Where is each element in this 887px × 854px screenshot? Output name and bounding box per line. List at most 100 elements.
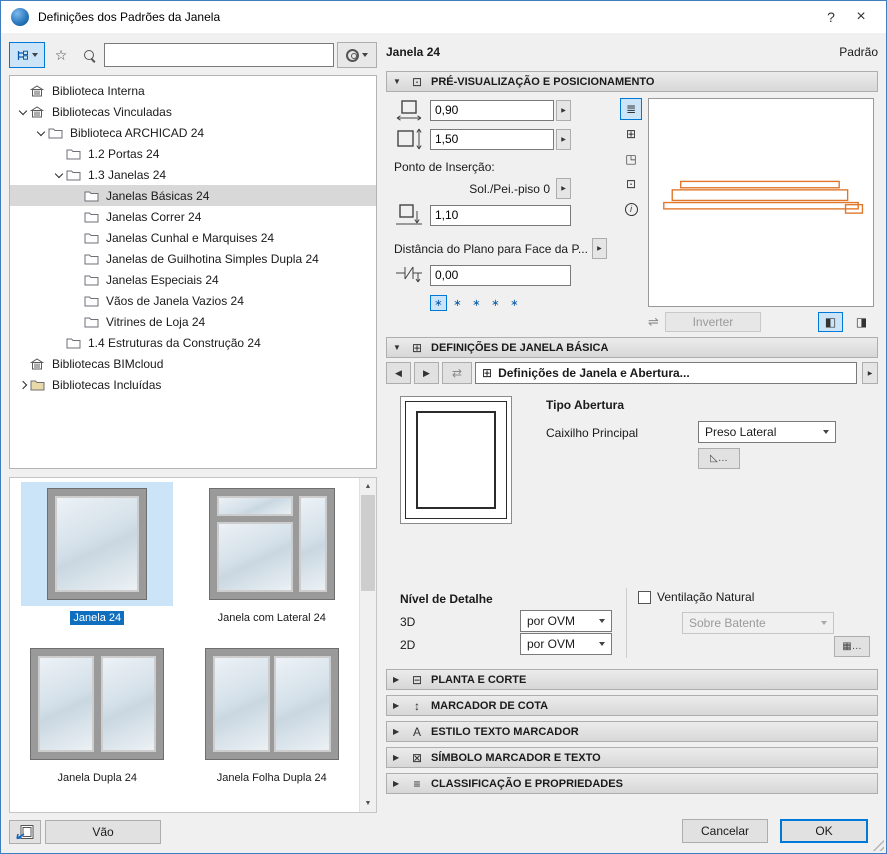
folder-icon bbox=[66, 148, 85, 160]
tree-item-portas-24[interactable]: 1.2 Portas 24 bbox=[10, 143, 376, 164]
anchor-toggle-3[interactable]: ∗ bbox=[468, 295, 485, 311]
section-basic-window-settings[interactable]: ▼ ⊞ DEFINIÇÕES DE JANELA BÁSICA bbox=[386, 337, 878, 358]
section-simbolo-marcador-texto[interactable]: ▶ ⊠ SÍMBOLO MARCADOR E TEXTO bbox=[386, 747, 878, 768]
default-state-label: Padrão bbox=[839, 45, 878, 59]
preview-mode-section-button[interactable]: ⊡ bbox=[620, 173, 642, 195]
distance-flyout-button[interactable]: ▶ bbox=[592, 238, 607, 259]
page-back-button[interactable]: ◀ bbox=[386, 362, 411, 384]
close-button[interactable]: × bbox=[846, 5, 876, 29]
section-planta-e-corte[interactable]: ▶ ⊟ PLANTA E CORTE bbox=[386, 669, 878, 690]
favorites-button[interactable]: ☆ bbox=[48, 42, 74, 68]
tree-item-janelas-correr-24[interactable]: Janelas Correr 24 bbox=[10, 206, 376, 227]
tree-item-biblioteca-archicad-24[interactable]: Biblioteca ARCHICAD 24 bbox=[10, 122, 376, 143]
orientation-right-button[interactable]: ◨ bbox=[849, 312, 874, 332]
detail-3d-label: 3D bbox=[400, 615, 415, 629]
thumbnail-janela-folha-dupla-24[interactable]: Janela Folha Dupla 24 bbox=[185, 642, 360, 802]
dialog-footer: Cancelar OK bbox=[386, 817, 878, 845]
tree-item-bibliotecas-vinculadas[interactable]: Bibliotecas Vinculadas bbox=[10, 101, 376, 122]
place-opening-button[interactable] bbox=[9, 820, 41, 844]
detail-2d-dropdown[interactable]: por OVM bbox=[520, 633, 612, 655]
expand-chevron-icon[interactable] bbox=[16, 382, 30, 388]
thumbnail-janela-dupla-24[interactable]: Janela Dupla 24 bbox=[10, 642, 185, 802]
opening-symbol-preview bbox=[400, 396, 512, 524]
folder-icon bbox=[84, 211, 103, 223]
thumbnail-janela-24[interactable]: Janela 24 bbox=[10, 482, 185, 642]
search-input[interactable] bbox=[104, 43, 334, 67]
help-button[interactable]: ? bbox=[816, 5, 846, 29]
settings-page-navigator: ◀ ▶ ⇄ ⊞ Definições de Janela e Abertura.… bbox=[386, 358, 878, 388]
anchor-toggle-4[interactable]: ∗ bbox=[487, 295, 504, 311]
preview-mode-info-button[interactable]: i bbox=[620, 198, 642, 220]
page-selector-flyout-button[interactable]: ▶ bbox=[862, 362, 878, 384]
expand-chevron-icon[interactable] bbox=[52, 173, 66, 177]
tree-item-bibliotecas-bimcloud[interactable]: Bibliotecas BIMcloud bbox=[10, 353, 376, 374]
ok-button[interactable]: OK bbox=[780, 819, 868, 843]
section-estilo-texto-marcador[interactable]: ▶ A ESTILO TEXTO MARCADOR bbox=[386, 721, 878, 742]
section-preview-positioning[interactable]: ▼ ⊡ PRÉ-VISUALIZAÇÃO E POSICIONAMENTO bbox=[386, 71, 878, 92]
sill-height-input[interactable] bbox=[430, 205, 571, 226]
window-plan-drawing bbox=[649, 99, 873, 306]
search-button[interactable] bbox=[77, 42, 101, 68]
preview-mode-3d-button[interactable]: ◳ bbox=[620, 148, 642, 170]
expand-chevron-icon[interactable] bbox=[16, 110, 30, 114]
plane-distance-input[interactable] bbox=[430, 265, 571, 286]
main-sash-dropdown[interactable]: Preso Lateral bbox=[698, 421, 836, 443]
object-preview-viewport[interactable] bbox=[648, 98, 874, 307]
preview-mode-plan-button[interactable]: ⊞ bbox=[620, 123, 642, 145]
expand-chevron-icon[interactable] bbox=[34, 131, 48, 135]
scroll-down-icon[interactable]: ▼ bbox=[360, 795, 376, 812]
height-flyout-button[interactable]: ▶ bbox=[556, 129, 571, 150]
preview-mode-elevation-button[interactable]: ≣ bbox=[620, 98, 642, 120]
tree-item-vitrines-loja-24[interactable]: Vitrines de Loja 24 bbox=[10, 311, 376, 332]
library-view-mode-button[interactable] bbox=[9, 42, 45, 68]
thumbnail-scrollbar[interactable]: ▲ ▼ bbox=[359, 478, 376, 812]
tree-item-janelas-24[interactable]: 1.3 Janelas 24 bbox=[10, 164, 376, 185]
natural-ventilation-checkbox[interactable] bbox=[638, 591, 651, 604]
height-input[interactable] bbox=[430, 129, 554, 150]
anchor-toggle-5[interactable]: ∗ bbox=[506, 295, 523, 311]
settings-page-selector[interactable]: ⊞ Definições de Janela e Abertura... bbox=[475, 362, 857, 384]
folder-icon bbox=[84, 295, 103, 307]
width-input[interactable] bbox=[430, 100, 554, 121]
section-classificacao-propriedades[interactable]: ▶ ≡ CLASSIFICAÇÃO E PROPRIEDADES bbox=[386, 773, 878, 794]
thumbnail-janela-com-lateral-24[interactable]: Janela com Lateral 24 bbox=[185, 482, 360, 642]
tree-view-icon bbox=[16, 49, 30, 62]
tree-item-vaos-janela-vazios-24[interactable]: Vãos de Janela Vazios 24 bbox=[10, 290, 376, 311]
sash-shape-button[interactable]: ◺… bbox=[698, 448, 740, 469]
tree-item-janelas-cunhal-24[interactable]: Janelas Cunhal e Marquises 24 bbox=[10, 227, 376, 248]
tree-item-janelas-especiais-24[interactable]: Janelas Especiais 24 bbox=[10, 269, 376, 290]
scroll-up-icon[interactable]: ▲ bbox=[360, 478, 376, 495]
invert-button[interactable]: Inverter bbox=[665, 312, 761, 332]
detail-3d-dropdown[interactable]: por OVM bbox=[520, 610, 612, 632]
insertion-point-label: Ponto de Inserção: bbox=[394, 160, 620, 174]
marker-text-style-icon: A bbox=[409, 725, 425, 739]
titlebar: Definições dos Padrões da Janela ? × bbox=[1, 1, 886, 33]
cancel-button[interactable]: Cancelar bbox=[682, 819, 768, 843]
section-collapsed-icon: ▶ bbox=[393, 675, 403, 684]
anchor-point-toggles: ∗ ∗ ∗ ∗ ∗ bbox=[430, 295, 620, 311]
tree-item-janelas-guilhotina-24[interactable]: Janelas de Guilhotina Simples Dupla 24 bbox=[10, 248, 376, 269]
anchor-toggle-2[interactable]: ∗ bbox=[449, 295, 466, 311]
tree-item-biblioteca-interna[interactable]: Biblioteca Interna bbox=[10, 80, 376, 101]
anchor-flyout-button[interactable]: ▶ bbox=[556, 178, 571, 199]
library-settings-button[interactable] bbox=[337, 42, 377, 68]
transfer-settings-button[interactable]: ⇄ bbox=[442, 362, 472, 384]
vao-button[interactable]: Vão bbox=[45, 820, 161, 844]
chevron-down-icon bbox=[32, 53, 38, 57]
section-collapsed-icon: ▶ bbox=[393, 753, 403, 762]
anchor-toggle-1[interactable]: ∗ bbox=[430, 295, 447, 311]
width-flyout-button[interactable]: ▶ bbox=[556, 100, 571, 121]
section-marcador-de-cota[interactable]: ▶ ↕ MARCADOR DE COTA bbox=[386, 695, 878, 716]
orientation-left-button[interactable]: ◧ bbox=[818, 312, 843, 332]
settings-panel: Janela 24 Padrão ▼ ⊡ PRÉ-VISUALIZAÇÃO E … bbox=[386, 41, 878, 845]
scrollbar-thumb[interactable] bbox=[361, 495, 375, 591]
anchor-level-value[interactable]: Sol./Pei.-piso 0 bbox=[430, 182, 554, 196]
tree-item-janelas-basicas-24[interactable]: Janelas Básicas 24 bbox=[10, 185, 376, 206]
natural-ventilation-row: Ventilação Natural bbox=[638, 590, 754, 604]
tree-item-estruturas-construcao-24[interactable]: 1.4 Estruturas da Construção 24 bbox=[10, 332, 376, 353]
page-forward-button[interactable]: ▶ bbox=[414, 362, 439, 384]
section-expanded-icon: ▼ bbox=[393, 77, 403, 86]
ventilation-settings-button[interactable]: ▦… bbox=[834, 636, 870, 657]
tree-item-bibliotecas-incluidas[interactable]: Bibliotecas Incluídas bbox=[10, 374, 376, 395]
library-toolbar: ☆ bbox=[9, 41, 377, 69]
